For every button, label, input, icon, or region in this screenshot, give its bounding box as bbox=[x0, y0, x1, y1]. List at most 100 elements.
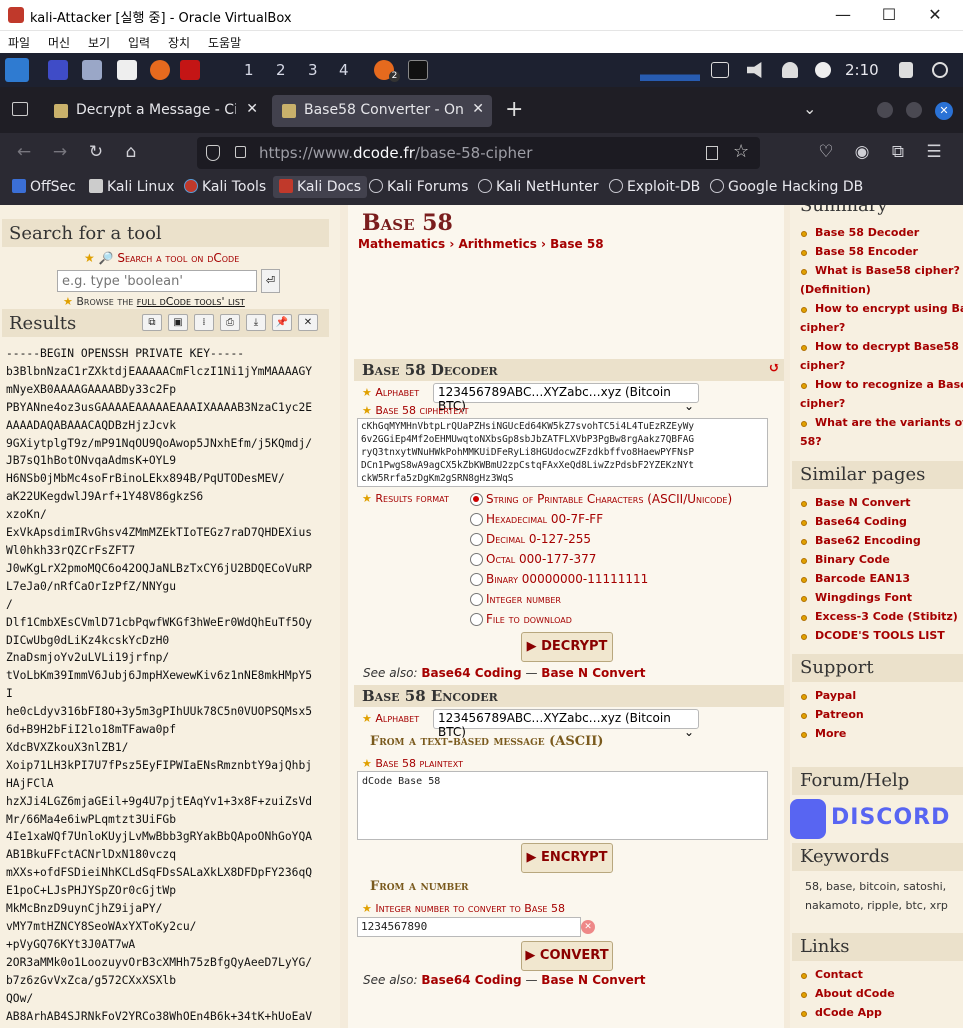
save-icon[interactable]: ▣ bbox=[168, 314, 188, 331]
power-manager-icon[interactable] bbox=[815, 62, 831, 78]
maximize-icon[interactable]: ☐ bbox=[878, 4, 900, 26]
bookmark-google-hacking-db[interactable]: Google Hacking DB bbox=[710, 179, 863, 195]
download-icon[interactable]: ⤓ bbox=[246, 314, 266, 331]
search-input[interactable] bbox=[57, 270, 257, 292]
encoder-alphabet-select[interactable]: 123456789ABC…XYZabc…xyz (Bitcoin BTC) ⌄ bbox=[433, 709, 699, 739]
decrypt-button[interactable]: ▶ DECRYPT bbox=[521, 632, 613, 662]
volume-icon[interactable] bbox=[747, 62, 762, 78]
bookmark-exploit-db[interactable]: Exploit-DB bbox=[609, 179, 700, 195]
summary-link[interactable]: cipher? bbox=[800, 397, 845, 410]
pocket-icon[interactable]: ♡ bbox=[815, 142, 837, 162]
plaintext-input[interactable]: dCode Base 58 bbox=[357, 771, 768, 840]
bookmark-kali-nethunter[interactable]: Kali NetHunter bbox=[478, 179, 598, 195]
similar-link[interactable]: Binary Code bbox=[815, 553, 890, 566]
similar-link[interactable]: Barcode EAN13 bbox=[815, 572, 910, 585]
format-option-octal[interactable]: Octal 000-177-377 bbox=[486, 552, 596, 566]
reload-icon[interactable]: ↻ bbox=[85, 142, 107, 162]
discord-icon[interactable] bbox=[790, 799, 826, 839]
encrypt-button[interactable]: ▶ ENCRYPT bbox=[521, 843, 613, 873]
bookmark-kali-forums[interactable]: Kali Forums bbox=[369, 179, 468, 195]
chevron-down-icon[interactable]: ⌄ bbox=[803, 99, 816, 118]
workspace-2[interactable]: 2 bbox=[276, 61, 286, 79]
support-link[interactable]: Paypal bbox=[815, 689, 856, 702]
support-link[interactable]: Patreon bbox=[815, 708, 864, 721]
summary-link[interactable]: Base 58 Decoder bbox=[815, 226, 919, 239]
summary-link[interactable]: How to decrypt Base58 bbox=[815, 340, 959, 353]
similar-link[interactable]: DCODE'S TOOLS LIST bbox=[815, 629, 945, 642]
lock-icon[interactable] bbox=[899, 62, 913, 78]
see-also-base-n[interactable]: Base N Convert bbox=[541, 666, 645, 680]
summary-link[interactable]: Base 58 Encoder bbox=[815, 245, 918, 258]
back-icon[interactable]: ← bbox=[13, 142, 35, 162]
format-radio-integer[interactable] bbox=[470, 593, 483, 606]
reader-view-icon[interactable] bbox=[706, 146, 718, 160]
maximize-icon[interactable] bbox=[906, 102, 922, 118]
breadcrumb-base58[interactable]: Base 58 bbox=[550, 237, 603, 251]
links-link[interactable]: Contact bbox=[815, 968, 863, 981]
summary-link[interactable]: cipher? bbox=[800, 321, 845, 334]
format-radio-octal[interactable] bbox=[470, 553, 483, 566]
tab-overview-icon[interactable] bbox=[12, 102, 28, 116]
format-radio-binary[interactable] bbox=[470, 573, 483, 586]
summary-link[interactable]: How to recognize a Base 58 bbox=[815, 378, 963, 391]
bookmark-kali-linux[interactable]: Kali Linux bbox=[89, 179, 174, 195]
see-also-base64[interactable]: Base64 Coding bbox=[421, 666, 521, 680]
forward-icon[interactable]: → bbox=[49, 142, 71, 162]
minimize-icon[interactable]: — bbox=[832, 4, 854, 26]
format-radio-decimal[interactable] bbox=[470, 533, 483, 546]
summary-link[interactable]: (Definition) bbox=[800, 283, 871, 296]
search-tool-link[interactable]: ★ 🔎 Search a tool on dCode bbox=[84, 251, 239, 265]
integer-input[interactable]: 1234567890 bbox=[357, 917, 581, 937]
format-option-decimal[interactable]: Decimal 0-127-255 bbox=[486, 532, 591, 546]
summary-link[interactable]: cipher? bbox=[800, 359, 845, 372]
bookmark-kali-tools[interactable]: Kali Tools bbox=[184, 179, 266, 195]
links-link[interactable]: dCode App bbox=[815, 1006, 882, 1019]
print-icon[interactable]: ⎙ bbox=[220, 314, 240, 331]
see-also-base64[interactable]: Base64 Coding bbox=[421, 973, 521, 987]
text-format-icon[interactable]: ⁞ bbox=[194, 314, 214, 331]
format-option-integer[interactable]: Integer number bbox=[486, 592, 561, 606]
text-editor-icon[interactable] bbox=[117, 60, 137, 80]
breadcrumb-arithmetics[interactable]: Arithmetics bbox=[458, 237, 536, 251]
menu-input[interactable]: 입력 bbox=[128, 34, 150, 51]
firefox-icon[interactable] bbox=[150, 60, 170, 80]
summary-link[interactable]: What are the variants of Ba bbox=[815, 416, 963, 429]
similar-link[interactable]: Wingdings Font bbox=[815, 591, 912, 604]
format-option-binary[interactable]: Binary 00000000-11111111 bbox=[486, 572, 648, 586]
browse-tools-link[interactable]: full dCode tools' list bbox=[137, 295, 245, 308]
workspace-4[interactable]: 4 bbox=[339, 61, 349, 79]
format-radio-hex[interactable] bbox=[470, 513, 483, 526]
see-also-base-n[interactable]: Base N Convert bbox=[541, 973, 645, 987]
format-option-hex[interactable]: Hexadecimal 00-7F-FF bbox=[486, 512, 603, 526]
tab-close-icon[interactable]: ✕ bbox=[246, 101, 258, 117]
similar-link[interactable]: Base62 Encoding bbox=[815, 534, 921, 547]
terminal-icon[interactable] bbox=[408, 60, 428, 80]
format-radio-file[interactable] bbox=[470, 613, 483, 626]
account-icon[interactable]: ◉ bbox=[851, 142, 873, 162]
decoder-alphabet-select[interactable]: 123456789ABC…XYZabc…xyz (Bitcoin BTC) ⌄ bbox=[433, 383, 699, 413]
discord-link[interactable]: DISCORD bbox=[831, 805, 950, 830]
bookmark-offsec[interactable]: OffSec bbox=[12, 179, 76, 195]
tab-close-icon[interactable]: ✕ bbox=[472, 101, 484, 117]
clear-input-icon[interactable]: ✕ bbox=[581, 920, 595, 934]
similar-link[interactable]: Excess-3 Code (Stibitz) bbox=[815, 610, 958, 623]
tab-base58-converter[interactable]: Base58 Converter - Onlin ✕ bbox=[272, 95, 492, 127]
format-option-string[interactable]: String of Printable Characters (ASCII/Un… bbox=[486, 492, 732, 506]
search-submit-button[interactable]: ⏎ bbox=[261, 269, 280, 293]
file-manager-icon[interactable] bbox=[82, 60, 102, 80]
support-link[interactable]: More bbox=[815, 727, 846, 740]
extensions-icon[interactable]: ⧉ bbox=[887, 142, 909, 162]
breadcrumb-mathematics[interactable]: Mathematics bbox=[358, 237, 445, 251]
url-bar[interactable]: https://www.dcode.fr/base-58-cipher ☆ bbox=[197, 137, 760, 169]
display-icon[interactable] bbox=[711, 62, 729, 78]
bookmark-star-icon[interactable]: ☆ bbox=[733, 141, 749, 162]
similar-link[interactable]: Base N Convert bbox=[815, 496, 910, 509]
new-tab-icon[interactable]: + bbox=[505, 97, 523, 122]
ciphertext-input[interactable]: cKhGqMYMHnVbtpLrQUaPZHsiNGUcEd64KW5kZ7sv… bbox=[357, 418, 768, 487]
menu-devices[interactable]: 장치 bbox=[168, 34, 190, 51]
format-radio-string[interactable] bbox=[470, 493, 483, 506]
lock-icon[interactable] bbox=[235, 146, 246, 158]
app-icon[interactable] bbox=[180, 60, 200, 80]
tab-decrypt-message[interactable]: Decrypt a Message - Ciph ✕ bbox=[44, 95, 266, 127]
menu-view[interactable]: 보기 bbox=[88, 34, 110, 51]
